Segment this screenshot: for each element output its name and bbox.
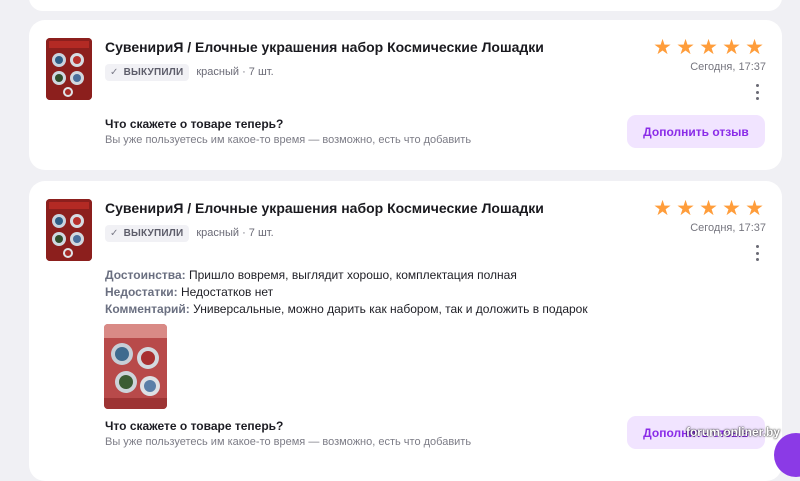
star-icon: ★ bbox=[676, 197, 695, 220]
review-body: Достоинства: Пришло вовремя, выглядит хо… bbox=[105, 267, 588, 318]
check-icon: ✓ bbox=[110, 227, 119, 239]
followup-subtitle: Вы уже пользуетесь им какое-то время — в… bbox=[105, 134, 472, 146]
review-pros: Достоинства: Пришло вовремя, выглядит хо… bbox=[105, 267, 588, 284]
pros-text: Пришло вовремя, выглядит хорошо, комплек… bbox=[189, 268, 517, 282]
star-icon: ★ bbox=[699, 197, 718, 220]
review-cons: Недостатки: Недостатков нет bbox=[105, 284, 588, 301]
check-icon: ✓ bbox=[110, 66, 119, 78]
status-badge-label: ВЫКУПИЛИ bbox=[123, 66, 184, 78]
review-date: Сегодня, 17:37 bbox=[690, 61, 766, 73]
comment-text: Универсальные, можно дарить как набором,… bbox=[193, 302, 588, 316]
followup-title: Что скажете о товаре теперь? bbox=[105, 117, 284, 131]
star-icon: ★ bbox=[653, 197, 672, 220]
review-card: СувенириЯ / Елочные украшения набор Косм… bbox=[29, 181, 782, 481]
status-badge-label: ВЫКУПИЛИ bbox=[123, 227, 184, 239]
star-icon: ★ bbox=[745, 36, 764, 59]
followup-title: Что скажете о товаре теперь? bbox=[105, 419, 284, 433]
status-badge: ✓ ВЫКУПИЛИ bbox=[105, 63, 190, 81]
more-vertical-icon[interactable] bbox=[752, 84, 762, 100]
star-icon: ★ bbox=[699, 36, 718, 59]
review-photo[interactable] bbox=[104, 324, 167, 409]
product-variant: красный · 7 шт. bbox=[196, 227, 274, 239]
watermark: forum.onliner.by bbox=[685, 425, 780, 439]
status-badge: ✓ ВЫКУПИЛИ bbox=[105, 224, 190, 242]
star-icon: ★ bbox=[745, 197, 764, 220]
review-date: Сегодня, 17:37 bbox=[690, 222, 766, 234]
review-card: СувенириЯ / Елочные украшения набор Косм… bbox=[29, 20, 782, 170]
product-variant: красный · 7 шт. bbox=[196, 66, 274, 78]
previous-review-card bbox=[29, 0, 782, 11]
product-thumbnail[interactable] bbox=[46, 38, 92, 100]
product-title[interactable]: СувенириЯ / Елочные украшения набор Косм… bbox=[105, 39, 544, 55]
star-icon: ★ bbox=[722, 197, 741, 220]
comment-label: Комментарий: bbox=[105, 302, 190, 316]
followup-subtitle: Вы уже пользуетесь им какое-то время — в… bbox=[105, 436, 472, 448]
add-to-review-button[interactable]: Дополнить отзыв bbox=[627, 115, 765, 148]
star-icon: ★ bbox=[653, 36, 672, 59]
purchase-meta: ✓ ВЫКУПИЛИ красный · 7 шт. bbox=[105, 224, 274, 242]
product-thumbnail[interactable] bbox=[46, 199, 92, 261]
star-icon: ★ bbox=[722, 36, 741, 59]
rating-stars: ★ ★ ★ ★ ★ bbox=[651, 37, 766, 58]
pros-label: Достоинства: bbox=[105, 268, 186, 282]
rating-stars: ★ ★ ★ ★ ★ bbox=[651, 198, 766, 219]
cons-text: Недостатков нет bbox=[180, 285, 274, 299]
more-vertical-icon[interactable] bbox=[752, 245, 762, 261]
product-title[interactable]: СувенириЯ / Елочные украшения набор Косм… bbox=[105, 200, 544, 216]
star-icon: ★ bbox=[676, 36, 695, 59]
cons-label: Недостатки: bbox=[105, 285, 178, 299]
purchase-meta: ✓ ВЫКУПИЛИ красный · 7 шт. bbox=[105, 63, 274, 81]
review-comment: Комментарий: Универсальные, можно дарить… bbox=[105, 301, 588, 318]
